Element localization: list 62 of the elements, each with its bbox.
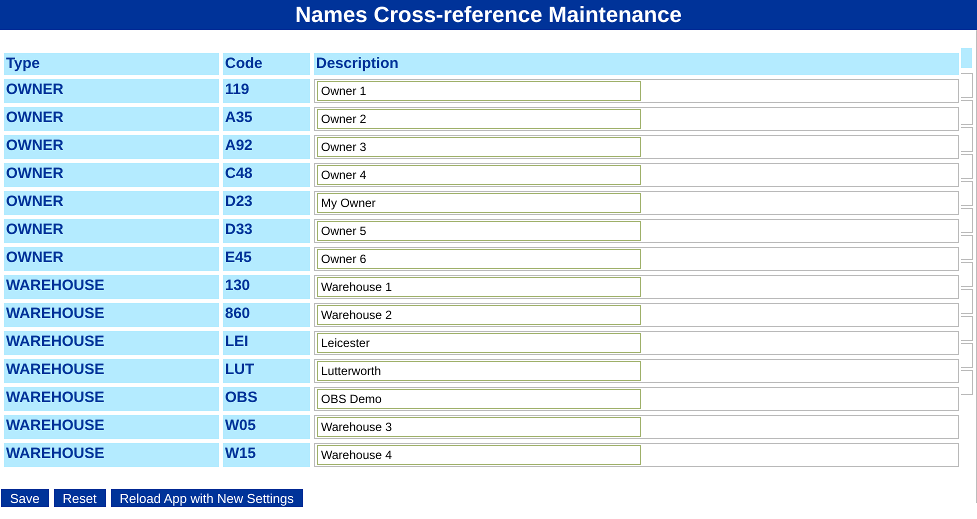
type-cell: WAREHOUSE [4,303,219,327]
code-cell: LUT [223,359,310,383]
side-cell [961,208,973,233]
description-field[interactable]: My Owner [317,193,641,213]
code-cell: 119 [223,79,310,103]
type-cell: WAREHOUSE [4,275,219,299]
type-cell: WAREHOUSE [4,387,219,411]
side-cell [961,343,973,368]
side-cell [961,289,973,314]
type-cell: WAREHOUSE [4,331,219,355]
description-field[interactable]: Owner 6 [317,249,641,269]
description-field[interactable]: Warehouse 4 [317,445,641,465]
type-cell: WAREHOUSE [4,443,219,467]
side-cell [961,316,973,341]
description-field[interactable]: OBS Demo [317,389,641,409]
type-cell: WAREHOUSE [4,415,219,439]
description-field[interactable]: Owner 1 [317,81,641,101]
type-cell: OWNER [4,107,219,131]
type-cell: WAREHOUSE [4,359,219,383]
type-cell: OWNER [4,247,219,271]
type-cell: OWNER [4,79,219,103]
description-field[interactable]: Owner 3 [317,137,641,157]
side-cell [961,100,973,125]
code-cell: 860 [223,303,310,327]
column-header: Type [4,53,219,75]
column-header: Description [314,53,959,75]
side-cell [961,262,973,287]
description-field[interactable]: Owner 2 [317,109,641,129]
description-field[interactable]: Leicester [317,333,641,353]
side-cell [961,181,973,206]
code-cell: D33 [223,219,310,243]
code-cell: OBS [223,387,310,411]
reload-button[interactable]: Reload App with New Settings [110,489,303,507]
code-cell: LEI [223,331,310,355]
description-field[interactable]: Owner 5 [317,221,641,241]
column-header: Code [223,53,310,75]
description-field[interactable]: Warehouse 1 [317,277,641,297]
side-cell [961,235,973,260]
side-cell [961,127,973,152]
code-cell: W15 [223,443,310,467]
code-cell: E45 [223,247,310,271]
description-field[interactable]: Warehouse 3 [317,417,641,437]
code-cell: A92 [223,135,310,159]
description-field[interactable]: Lutterworth [317,361,641,381]
save-button[interactable]: Save [1,489,49,507]
type-cell: OWNER [4,135,219,159]
side-cell [961,154,973,179]
code-cell: 130 [223,275,310,299]
code-cell: C48 [223,163,310,187]
type-cell: OWNER [4,191,219,215]
code-cell: A35 [223,107,310,131]
code-cell: W05 [223,415,310,439]
reset-button[interactable]: Reset [54,489,106,507]
side-cell [961,370,973,395]
type-cell: OWNER [4,163,219,187]
description-field[interactable]: Owner 4 [317,165,641,185]
code-cell: D23 [223,191,310,215]
side-header-cell [961,48,972,68]
page-title: Names Cross-reference Maintenance [0,0,977,30]
type-cell: OWNER [4,219,219,243]
side-cell [961,73,973,98]
description-field[interactable]: Warehouse 2 [317,305,641,325]
